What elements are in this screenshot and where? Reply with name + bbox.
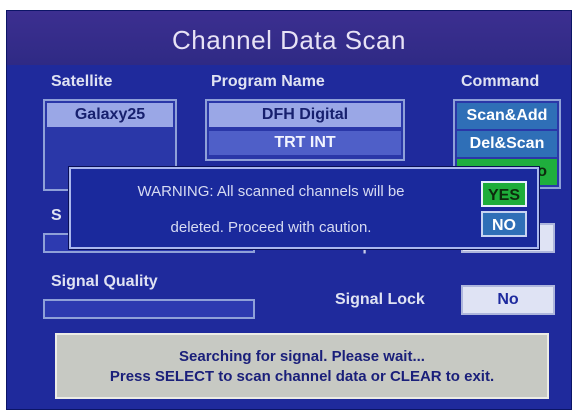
status-line-1: Searching for signal. Please wait...: [179, 348, 425, 365]
signal-quality-label: Signal Quality: [51, 273, 158, 290]
satellite-item[interactable]: Galaxy25: [47, 103, 173, 127]
program-name-column-header: Program Name: [211, 73, 325, 90]
status-line-2: Press SELECT to scan channel data or CLE…: [109, 368, 495, 385]
signal-quality-bar: [43, 299, 255, 319]
channel-scan-screen: Channel Data Scan Satellite Program Name…: [6, 10, 572, 410]
warning-line-1: WARNING: All scanned channels will be: [137, 183, 405, 200]
program-list[interactable]: DFH Digital TRT INT: [205, 99, 405, 161]
satellite-column-header: Satellite: [51, 73, 113, 90]
signal-strength-label: S: [51, 207, 62, 224]
status-panel: Searching for signal. Please wait... Pre…: [55, 333, 549, 399]
yes-button[interactable]: YES: [481, 181, 527, 207]
signal-lock-label: Signal Lock: [335, 291, 425, 308]
warning-dialog: WARNING: All scanned channels will be de…: [69, 167, 539, 249]
scan-add-command[interactable]: Scan&Add: [457, 103, 557, 129]
signal-lock-value: No: [461, 285, 555, 315]
command-column-header: Command: [461, 73, 540, 90]
warning-line-2: deleted. Proceed with caution.: [170, 219, 372, 236]
del-scan-command[interactable]: Del&Scan: [457, 131, 557, 157]
program-item[interactable]: DFH Digital: [209, 103, 401, 127]
confirm-options: YES NO: [481, 181, 527, 241]
program-item[interactable]: TRT INT: [209, 131, 401, 155]
no-button[interactable]: NO: [481, 211, 527, 237]
page-title: Channel Data Scan: [7, 11, 571, 65]
